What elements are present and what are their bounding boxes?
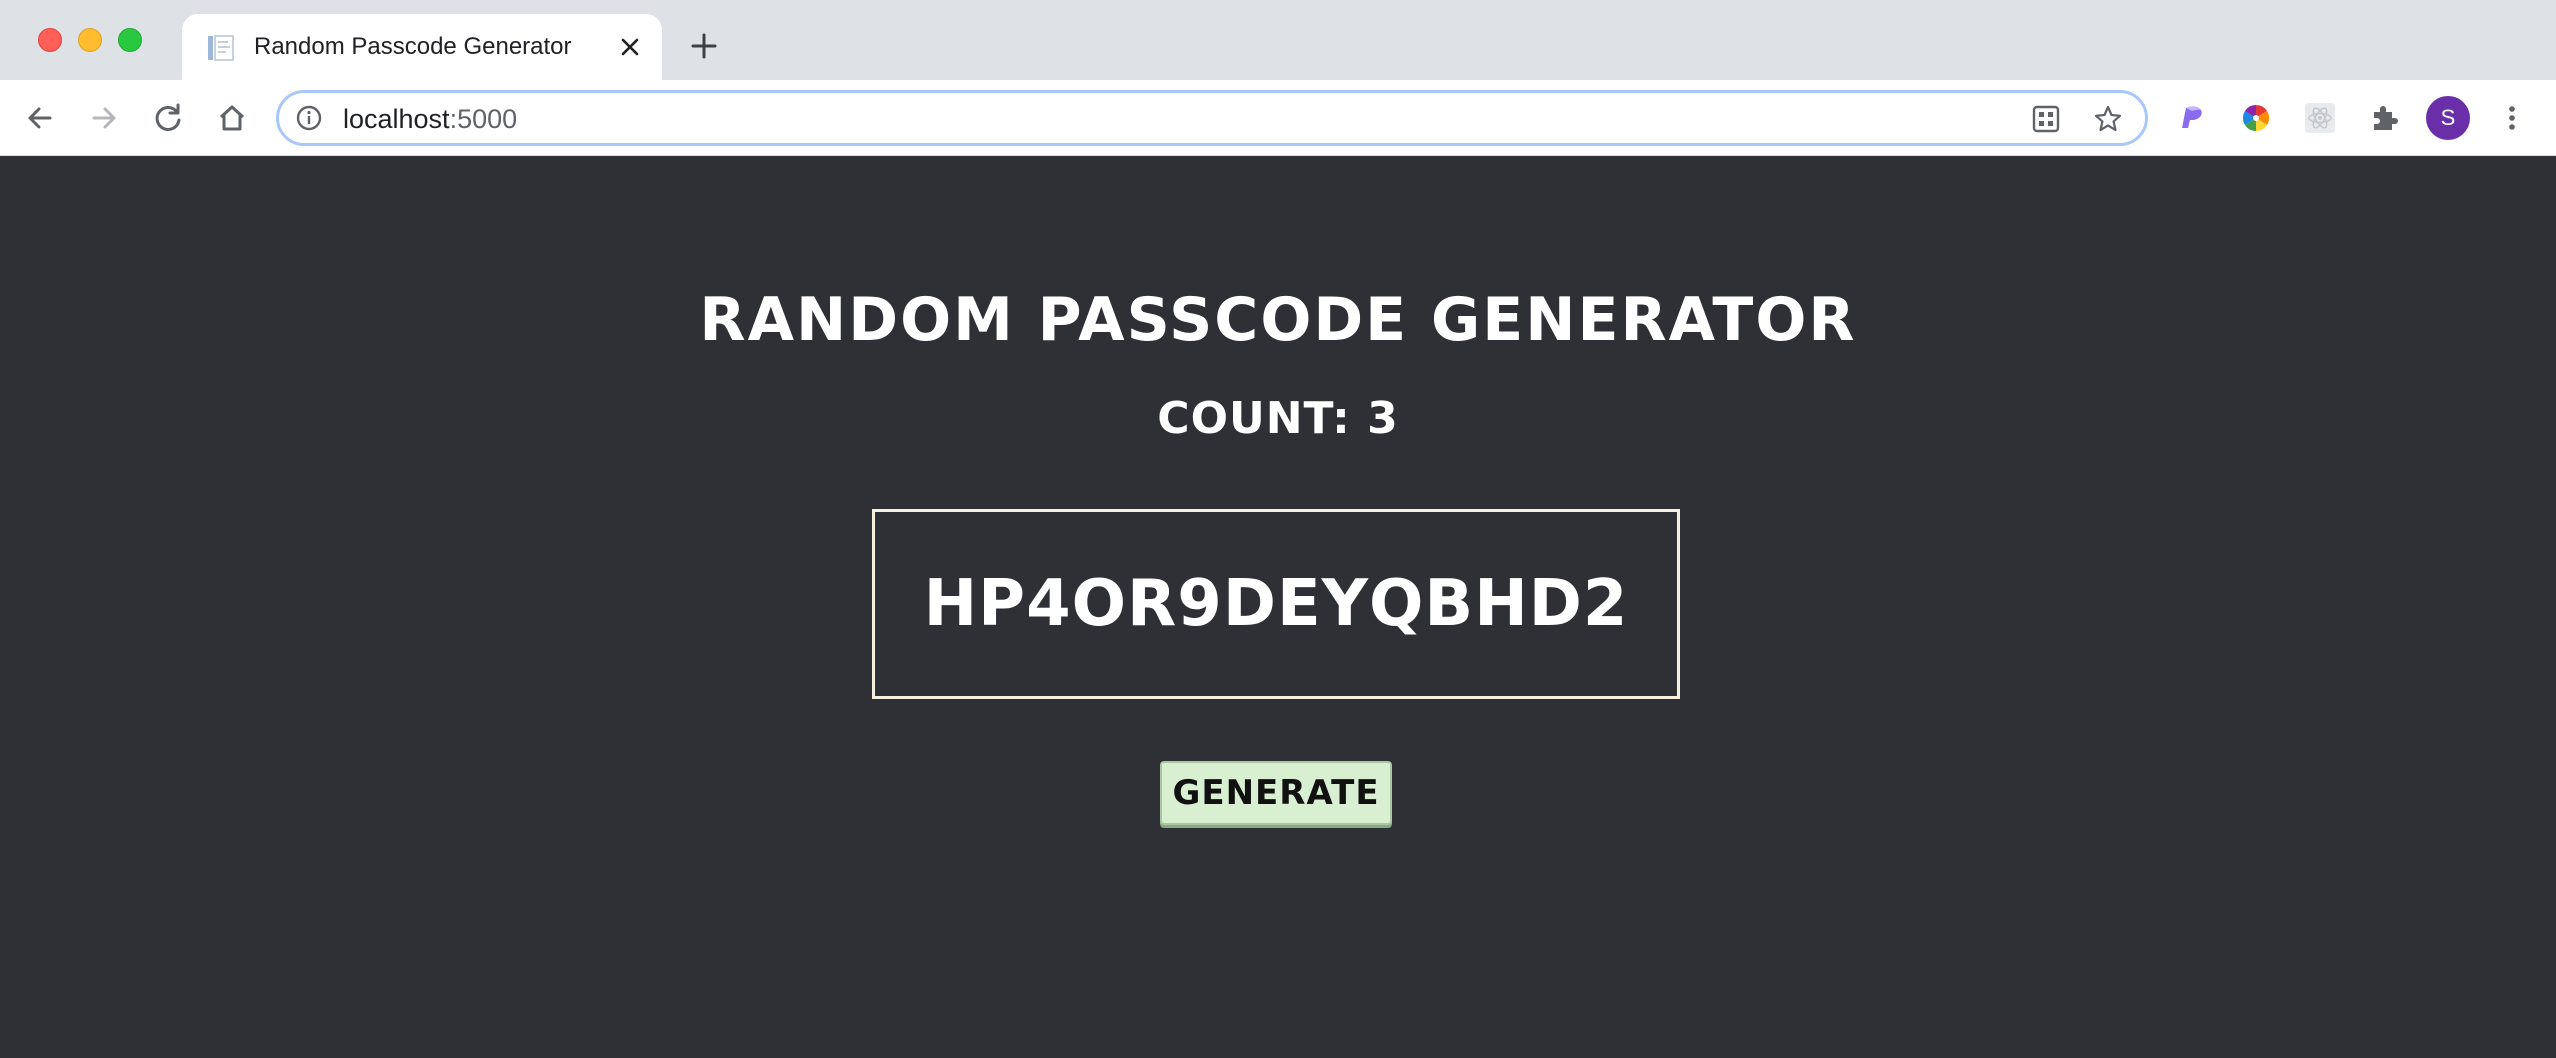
address-bar[interactable]: localhost:5000 — [276, 90, 2148, 146]
window-close-button[interactable] — [38, 28, 62, 52]
passcode-text: HP4OR9DEYQBHD2 — [923, 567, 1629, 641]
browser-toolbar: localhost:5000 S — [0, 80, 2556, 156]
back-icon[interactable] — [22, 100, 58, 136]
window-minimize-button[interactable] — [78, 28, 102, 52]
tab-title: Random Passcode Generator — [254, 33, 572, 60]
page-content: RANDOM PASSCODE GENERATOR COUNT: 3 HP4OR… — [0, 157, 2556, 1058]
window-zoom-button[interactable] — [118, 28, 142, 52]
bookmark-star-icon[interactable] — [2093, 104, 2123, 134]
home-icon[interactable] — [214, 100, 250, 136]
info-icon[interactable] — [295, 104, 323, 132]
tab-close-icon[interactable] — [614, 31, 646, 63]
profile-avatar[interactable]: S — [2426, 96, 2470, 140]
url-host: localhost — [343, 104, 450, 134]
tab-strip: Random Passcode Generator — [0, 0, 2556, 80]
url-text: localhost:5000 — [343, 104, 517, 135]
extension-icon[interactable] — [2366, 100, 2402, 136]
extension-brush-icon[interactable] — [2174, 100, 2210, 136]
url-port: :5000 — [449, 104, 518, 134]
new-tab-icon[interactable] — [688, 30, 720, 62]
forward-icon[interactable] — [86, 100, 122, 136]
generation-count: COUNT: 3 — [1157, 393, 1399, 444]
color-wheel-icon[interactable] — [2238, 100, 2274, 136]
passcode-display: HP4OR9DEYQBHD2 — [872, 509, 1680, 699]
qr-code-icon[interactable] — [2031, 104, 2061, 134]
document-icon — [206, 32, 238, 64]
react-devtools-icon[interactable] — [2302, 100, 2338, 136]
menu-icon[interactable] — [2494, 100, 2530, 136]
browser-tab[interactable]: Random Passcode Generator — [182, 14, 662, 80]
reload-icon[interactable] — [150, 100, 186, 136]
generate-button[interactable]: GENERATE — [1160, 761, 1392, 825]
page-title: RANDOM PASSCODE GENERATOR — [699, 285, 1857, 355]
